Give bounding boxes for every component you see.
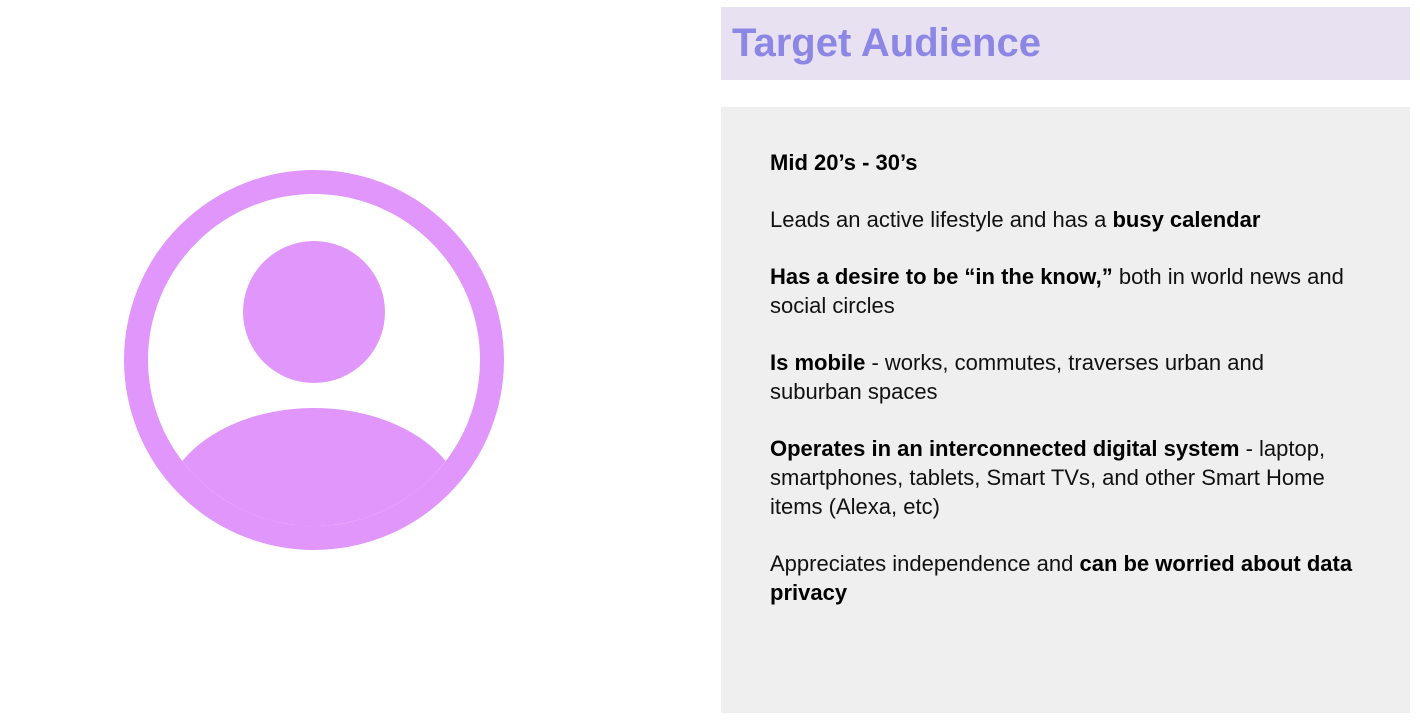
- page-title: Target Audience: [732, 21, 1041, 65]
- title-bar: Target Audience: [721, 7, 1410, 80]
- point-privacy: Appreciates independence and can be worr…: [770, 549, 1360, 607]
- point-lifestyle-text: Leads an active lifestyle and has a: [770, 207, 1113, 232]
- audience-points-list: Mid 20’s - 30’s Leads an active lifestyl…: [770, 148, 1360, 635]
- point-privacy-text: Appreciates independence and: [770, 551, 1080, 576]
- point-mobile: Is mobile - works, commutes, traverses u…: [770, 348, 1360, 406]
- point-in-the-know: Has a desire to be “in the know,” both i…: [770, 262, 1360, 320]
- account-circle-icon: [124, 170, 504, 550]
- audience-details-panel: Mid 20’s - 30’s Leads an active lifestyl…: [721, 107, 1410, 713]
- point-mobile-bold: Is mobile: [770, 350, 866, 375]
- point-age-range: Mid 20’s - 30’s: [770, 148, 1360, 177]
- user-avatar-icon: [124, 170, 504, 550]
- point-lifestyle-bold: busy calendar: [1112, 207, 1261, 232]
- point-digital-system-bold: Operates in an interconnected digital sy…: [770, 436, 1240, 461]
- point-in-the-know-bold: Has a desire to be “in the know,”: [770, 264, 1113, 289]
- point-lifestyle: Leads an active lifestyle and has a busy…: [770, 205, 1360, 234]
- avatar-head: [243, 241, 385, 383]
- point-age-range-bold: Mid 20’s - 30’s: [770, 150, 918, 175]
- point-digital-system: Operates in an interconnected digital sy…: [770, 434, 1360, 521]
- slide: Target Audience Mid 20’s - 30’s Leads an…: [0, 0, 1420, 722]
